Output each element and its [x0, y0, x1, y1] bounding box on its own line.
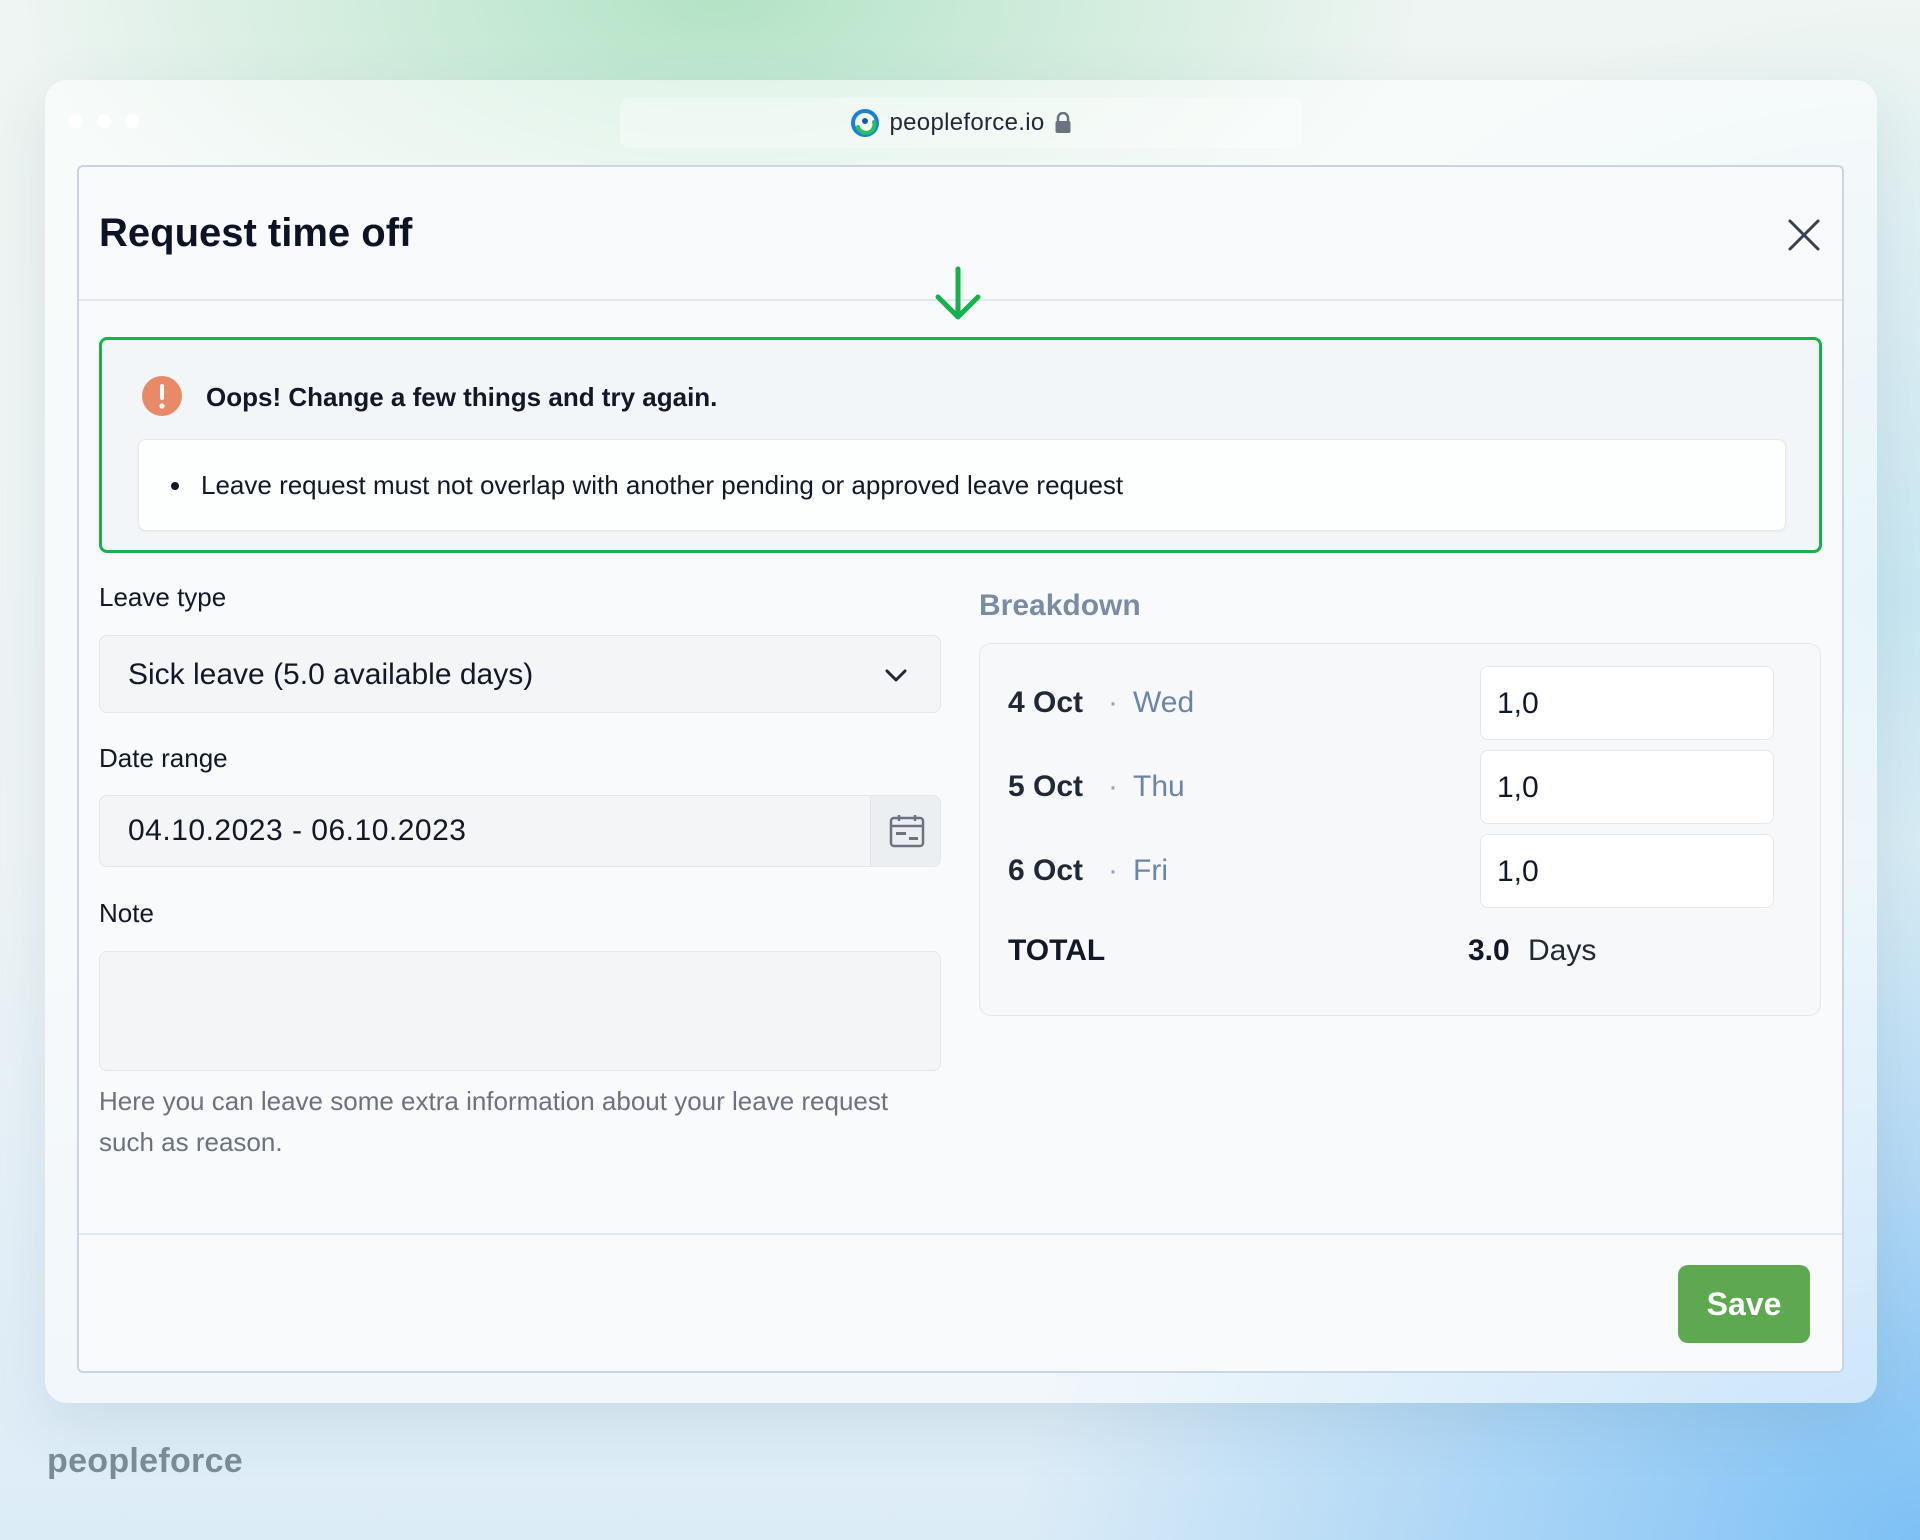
- breakdown-card: 4 Oct · Wed 1,0 5 Oct · Thu 1,0 6 Oct · …: [979, 643, 1821, 1016]
- modal-title: Request time off: [99, 211, 413, 255]
- exclamation-icon: [142, 376, 182, 416]
- url-text: peopleforce.io: [889, 109, 1045, 136]
- window-dot-close[interactable]: [69, 114, 83, 128]
- total-value: 3.0: [1468, 934, 1510, 967]
- calendar-button[interactable]: [870, 796, 940, 866]
- lock-icon: [1055, 112, 1071, 133]
- calendar-icon: [889, 815, 925, 848]
- breakdown-date: 6 Oct: [1008, 854, 1084, 887]
- breakdown-separator: ·: [1108, 770, 1118, 803]
- breakdown-amount-value: 1,0: [1497, 687, 1539, 720]
- peopleforce-wordmark: peopleforce: [47, 1442, 244, 1480]
- peopleforce-logo-icon: [850, 109, 879, 137]
- leave-type-select[interactable]: Sick leave (5.0 available days): [99, 635, 941, 713]
- arrow-down-icon: [935, 266, 981, 320]
- error-title: Oops! Change a few things and try again.: [206, 382, 718, 412]
- error-alert: Oops! Change a few things and try again.…: [99, 337, 1822, 553]
- chevron-down-icon: [885, 669, 907, 682]
- address-bar[interactable]: peopleforce.io: [620, 98, 1302, 148]
- bullet: [171, 481, 179, 490]
- window-controls: [69, 114, 139, 128]
- date-range-value: 04.10.2023 - 06.10.2023: [128, 814, 467, 847]
- date-range-input[interactable]: 04.10.2023 - 06.10.2023: [99, 795, 941, 867]
- breakdown-amount-input[interactable]: 1,0: [1480, 666, 1774, 740]
- breakdown-separator: ·: [1108, 686, 1118, 719]
- breakdown-row: 5 Oct · Thu 1,0: [1008, 750, 1798, 824]
- breakdown-date: 5 Oct: [1008, 770, 1084, 803]
- note-label: Note: [99, 898, 154, 928]
- breakdown-amount-value: 1,0: [1497, 855, 1539, 888]
- close-icon[interactable]: [1784, 215, 1824, 255]
- date-range-label: Date range: [99, 743, 228, 773]
- error-list-item: Leave request must not overlap with anot…: [171, 470, 1123, 501]
- breakdown-title: Breakdown: [979, 589, 1141, 622]
- breakdown-amount-input[interactable]: 1,0: [1480, 750, 1774, 824]
- total-label: TOTAL: [1008, 934, 1106, 967]
- breakdown-amount-value: 1,0: [1497, 771, 1539, 804]
- leave-type-value: Sick leave (5.0 available days): [128, 658, 534, 691]
- breakdown-date: 4 Oct: [1008, 686, 1084, 719]
- breakdown-amount-input[interactable]: 1,0: [1480, 834, 1774, 908]
- breakdown-separator: ·: [1108, 854, 1118, 887]
- request-time-off-modal: Request time off Oops! Change a few thin…: [77, 165, 1844, 1373]
- breakdown-weekday: Fri: [1133, 854, 1168, 887]
- error-list: Leave request must not overlap with anot…: [138, 439, 1786, 531]
- modal-footer: Save: [79, 1233, 1842, 1373]
- breakdown-row: 4 Oct · Wed 1,0: [1008, 666, 1798, 740]
- note-hint: Here you can leave some extra informatio…: [99, 1086, 889, 1157]
- breakdown-weekday: Thu: [1133, 770, 1185, 803]
- error-message: Leave request must not overlap with anot…: [201, 470, 1124, 500]
- browser-window: peopleforce.io Request time off Oops! Ch…: [45, 80, 1877, 1403]
- breakdown-row: 6 Oct · Fri 1,0: [1008, 834, 1798, 908]
- note-textarea[interactable]: [99, 951, 941, 1071]
- breakdown-weekday: Wed: [1133, 686, 1195, 719]
- save-button[interactable]: Save: [1678, 1265, 1810, 1343]
- window-dot-maximize[interactable]: [125, 114, 139, 128]
- leave-type-label: Leave type: [99, 582, 227, 612]
- total-unit: Days: [1528, 934, 1597, 967]
- window-dot-minimize[interactable]: [97, 114, 111, 128]
